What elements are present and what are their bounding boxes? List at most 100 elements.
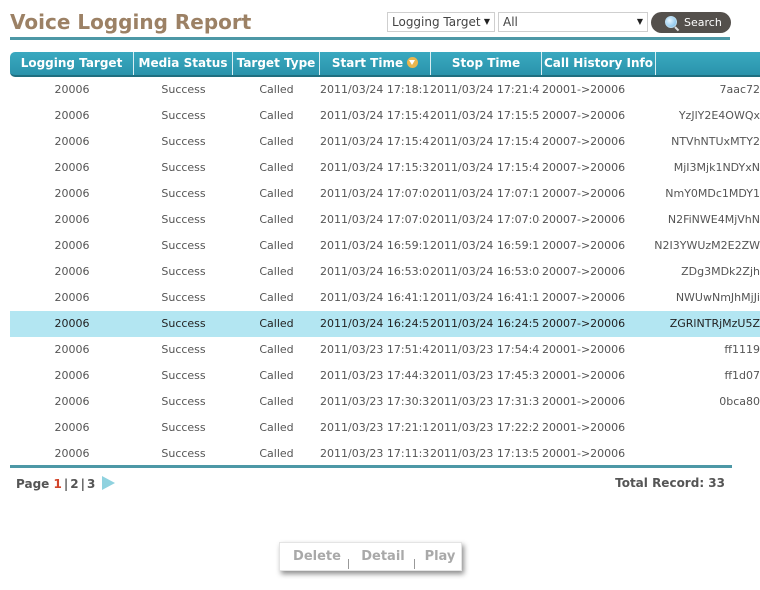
table-row[interactable]: 20006 Success Called 2011/03/24 17:15:39 201… (10, 155, 760, 181)
column-header-target-type[interactable]: Target Type (233, 52, 320, 75)
cell-media-status: Success (161, 135, 206, 148)
cell-start-time: 2011/03/23 17:30:38 (320, 395, 430, 408)
table-row[interactable]: 20006 Success Called 2011/03/24 16:59:14 201… (10, 233, 760, 259)
cell-call-id: NWUwNmJhMjJi (675, 291, 760, 304)
chevron-down-icon: ▼ (483, 17, 490, 26)
cell-start-time: 2011/03/24 16:59:14 (320, 239, 430, 252)
cell-call-history-info: 20001->20006 (542, 395, 626, 408)
cell-logging-target: 20006 (54, 239, 90, 252)
cell-media-status: Success (161, 343, 206, 356)
cell-start-time: 2011/03/24 17:15:49 (320, 109, 430, 122)
cell-logging-target: 20006 (54, 109, 90, 122)
cell-stop-time: 2011/03/23 17:31:38 (430, 395, 540, 408)
cell-target-type: Called (259, 421, 294, 434)
cell-logging-target: 20006 (54, 83, 90, 96)
cell-logging-target: 20006 (54, 187, 90, 200)
table-row[interactable]: 20006 Success Called 2011/03/24 17:15:49 201… (10, 103, 760, 129)
sort-descending-icon[interactable] (407, 57, 419, 68)
table-header: Logging Target Media Status Target Type … (10, 52, 760, 77)
cell-call-id: NTVhNTUxMTY2 (671, 135, 760, 148)
filter-field-select[interactable]: Logging Target ▼ (387, 12, 495, 32)
column-header-start-time[interactable]: Start Time (320, 52, 431, 75)
cell-call-id: NmY0MDc1MDY1 (665, 187, 760, 200)
table-bottom-divider (10, 465, 732, 468)
cell-call-history-info: 20007->20006 (542, 239, 626, 252)
column-label: Logging Target (20, 56, 123, 70)
cell-start-time: 2011/03/24 17:15:45 (320, 135, 430, 148)
cell-stop-time: 2011/03/24 17:15:45 (430, 135, 540, 148)
table-row[interactable]: 20006 Success Called 2011/03/23 17:21:18 201… (10, 415, 760, 441)
page-separator: | (80, 477, 85, 491)
cell-stop-time: 2011/03/24 16:41:19 (430, 291, 540, 304)
cell-media-status: Success (161, 161, 206, 174)
page-link-3[interactable]: 3 (87, 477, 95, 491)
filter-value-select[interactable]: All ▼ (498, 12, 648, 32)
search-button[interactable]: Search (651, 12, 731, 33)
cell-call-history-info: 20007->20006 (542, 265, 626, 278)
table-row[interactable]: 20006 Success Called 2011/03/24 17:18:15 201… (10, 77, 760, 103)
search-label: Search (684, 16, 722, 29)
cell-media-status: Success (161, 317, 206, 330)
page-link-2[interactable]: 2 (70, 477, 78, 491)
cell-stop-time: 2011/03/23 17:54:45 (430, 343, 540, 356)
table-row[interactable]: 20006 Success Called 2011/03/24 17:07:03 201… (10, 207, 760, 233)
cell-start-time: 2011/03/24 17:07:03 (320, 213, 430, 226)
column-header-stop-time[interactable]: Stop Time (431, 52, 542, 75)
column-label: Start Time (331, 56, 404, 70)
play-button[interactable]: Play (418, 543, 462, 571)
table-row[interactable]: 20006 Success Called 2011/03/23 17:11:38 201… (10, 441, 760, 467)
table-row[interactable]: 20006 Success Called 2011/03/23 17:30:38 201… (10, 389, 760, 415)
search-icon (665, 16, 677, 28)
table-row[interactable]: 20006 Success Called 2011/03/23 17:51:46 201… (10, 337, 760, 363)
table-row[interactable]: 20006 Success Called 2011/03/24 17:07:09 201… (10, 181, 760, 207)
column-header-extra[interactable] (656, 52, 760, 75)
cell-call-history-info: 20001->20006 (542, 343, 626, 356)
table-row[interactable]: 20006 Success Called 2011/03/23 17:44:36 201… (10, 363, 760, 389)
column-header-logging-target[interactable]: Logging Target (10, 52, 134, 75)
cell-logging-target: 20006 (54, 395, 90, 408)
cell-target-type: Called (259, 369, 294, 382)
cell-logging-target: 20006 (54, 447, 90, 460)
delete-button[interactable]: Delete (286, 543, 348, 571)
total-record: Total Record: 33 (615, 476, 725, 490)
cell-media-status: Success (161, 421, 206, 434)
detail-button[interactable]: Detail (352, 543, 414, 571)
cell-call-history-info: 20007->20006 (542, 135, 626, 148)
column-header-call-history-info[interactable]: Call History Info (542, 52, 656, 75)
page-link-1[interactable]: 1 (54, 477, 62, 491)
next-page-icon[interactable] (101, 476, 115, 490)
cell-logging-target: 20006 (54, 265, 90, 278)
column-label: Call History Info (544, 56, 653, 70)
toolbar-divider (348, 559, 349, 569)
cell-call-history-info: 20001->20006 (542, 369, 626, 382)
cell-start-time: 2011/03/23 17:11:38 (320, 447, 430, 460)
cell-target-type: Called (259, 109, 294, 122)
table-row[interactable]: 20006 Success Called 2011/03/24 17:15:45 201… (10, 129, 760, 155)
cell-call-id: ZGRlNTRjMzU5Z (669, 317, 760, 330)
column-header-media-status[interactable]: Media Status (134, 52, 233, 75)
cell-target-type: Called (259, 265, 294, 278)
cell-media-status: Success (161, 213, 206, 226)
cell-media-status: Success (161, 369, 206, 382)
cell-stop-time: 2011/03/24 17:15:41 (430, 161, 540, 174)
column-label: Target Type (236, 56, 316, 70)
table-row[interactable]: 20006 Success Called 2011/03/24 16:53:03 201… (10, 259, 760, 285)
cell-call-history-info: 20001->20006 (542, 447, 626, 460)
cell-start-time: 2011/03/23 17:44:36 (320, 369, 430, 382)
cell-start-time: 2011/03/24 16:24:56 (320, 317, 430, 330)
page-separator: | (63, 477, 69, 491)
cell-call-history-info: 20007->20006 (542, 291, 626, 304)
cell-stop-time: 2011/03/24 16:59:15 (430, 239, 540, 252)
cell-call-history-info: 20007->20006 (542, 317, 626, 330)
cell-target-type: Called (259, 239, 294, 252)
cell-call-history-info: 20001->20006 (542, 421, 626, 434)
cell-logging-target: 20006 (54, 343, 90, 356)
cell-target-type: Called (259, 317, 294, 330)
cell-stop-time: 2011/03/24 17:07:04 (430, 213, 540, 226)
table-row[interactable]: 20006 Success Called 2011/03/24 16:24:56 201… (10, 311, 760, 337)
cell-stop-time: 2011/03/24 16:24:58 (430, 317, 540, 330)
table-row[interactable]: 20006 Success Called 2011/03/24 16:41:18 201… (10, 285, 760, 311)
action-toolbar: Delete Detail Play (279, 542, 462, 571)
cell-call-id: ff1119 (724, 343, 760, 356)
cell-logging-target: 20006 (54, 421, 90, 434)
